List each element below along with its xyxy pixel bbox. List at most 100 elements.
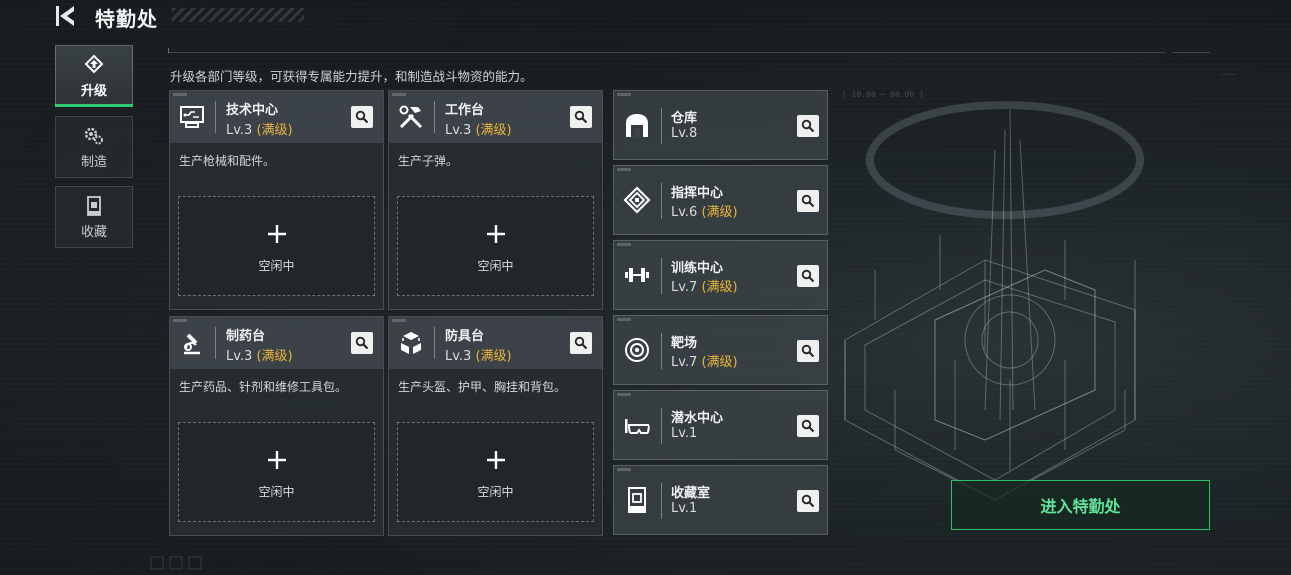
facility-card-shooting-range[interactable]: 靶场 Lv.7 (满级) — [613, 315, 828, 385]
facility-level: Lv.7 (满级) — [671, 276, 738, 295]
facility-level: Lv.6 (满级) — [671, 201, 738, 220]
page-description: 升级各部门等级，可获得专属能力提升，和制造战斗物资的能力。 — [170, 69, 533, 84]
corner-mark — [392, 93, 406, 96]
production-slot[interactable]: 空闲中 — [178, 196, 375, 296]
department-description: 生产子弹。 — [398, 154, 459, 168]
plus-icon — [268, 225, 286, 243]
card-header: 防具台 Lv.3 (满级) — [389, 317, 602, 369]
plus-icon — [487, 451, 505, 469]
magnifier-icon — [574, 110, 588, 124]
magnifier-icon — [355, 336, 369, 350]
level-value: Lv.3 — [445, 349, 472, 364]
department-card-pharmacy: 制药台 Lv.3 (满级) 生产药品、针剂和维修工具包。 空闲中 — [169, 316, 384, 536]
facility-level: Lv.8 — [671, 126, 697, 141]
production-slot[interactable]: 空闲中 — [178, 422, 375, 522]
inspect-button[interactable] — [570, 106, 592, 128]
card-separator — [215, 327, 216, 359]
department-name: 工作台 — [445, 103, 485, 118]
card-separator — [434, 101, 435, 133]
department-level: Lv.3 (满级) — [445, 345, 512, 364]
department-level: Lv.3 (满级) — [226, 119, 293, 138]
inspect-button[interactable] — [570, 332, 592, 354]
corner-mark — [617, 318, 631, 321]
magnifier-icon — [801, 119, 815, 133]
facility-card-collection-room[interactable]: 收藏室 Lv.1 — [613, 465, 828, 535]
facility-card-diving-center[interactable]: 潜水中心 Lv.1 — [613, 390, 828, 460]
magnifier-icon — [801, 194, 815, 208]
department-level: Lv.3 (满级) — [445, 119, 512, 138]
slot-status: 空闲中 — [258, 485, 295, 499]
hud-decoration-right: —·— — [1222, 70, 1237, 79]
max-level-tag: (满级) — [256, 123, 293, 138]
bottom-decoration — [150, 556, 202, 570]
facility-name: 指挥中心 — [671, 186, 724, 201]
production-slot[interactable]: 空闲中 — [397, 196, 594, 296]
facility-card-warehouse[interactable]: 仓库 Lv.8 — [613, 90, 828, 160]
level-value: Lv.6 — [671, 205, 698, 220]
corner-mark — [392, 319, 406, 322]
max-level-tag: (满级) — [256, 349, 293, 364]
facility-name: 收藏室 — [671, 486, 711, 501]
facility-level: Lv.1 — [671, 501, 697, 516]
department-name: 制药台 — [226, 329, 266, 344]
page-title: 特勤处 — [95, 7, 158, 31]
facility-card-command-center[interactable]: 指挥中心 Lv.6 (满级) — [613, 165, 828, 235]
magnifier-icon — [574, 336, 588, 350]
tech-center-icon — [180, 106, 204, 128]
inspect-button[interactable] — [351, 332, 373, 354]
inspect-button[interactable] — [797, 190, 819, 212]
facility-level: Lv.1 — [671, 426, 697, 441]
header-divider-right — [1172, 52, 1210, 53]
upgrade-icon — [84, 54, 104, 73]
header-divider — [168, 52, 1165, 53]
workbench-icon — [399, 105, 423, 129]
magnifier-icon — [801, 269, 815, 283]
side-tab-upgrade[interactable]: 升级 — [55, 45, 133, 107]
card-separator — [661, 333, 662, 369]
inspect-button[interactable] — [797, 265, 819, 287]
department-description: 生产药品、针剂和维修工具包。 — [179, 380, 348, 394]
inspect-button[interactable] — [797, 490, 819, 512]
card-separator — [661, 258, 662, 294]
warehouse-icon — [626, 114, 648, 137]
department-name: 技术中心 — [226, 103, 279, 118]
back-button[interactable] — [54, 4, 80, 28]
title-decoration — [172, 8, 304, 22]
level-value: Lv.3 — [226, 349, 253, 364]
side-tab-craft[interactable]: 制造 — [55, 116, 133, 178]
inspect-button[interactable] — [797, 415, 819, 437]
corner-mark — [617, 393, 631, 396]
card-separator — [215, 101, 216, 133]
facility-name: 仓库 — [671, 111, 698, 126]
corner-mark — [173, 319, 187, 322]
inspect-button[interactable] — [351, 106, 373, 128]
plus-icon — [487, 225, 505, 243]
shooting-range-icon — [625, 338, 649, 362]
card-separator — [661, 408, 662, 444]
gears-icon — [84, 127, 103, 144]
facility-card-training-center[interactable]: 训练中心 Lv.7 (满级) — [613, 240, 828, 310]
facility-level: Lv.7 (满级) — [671, 351, 738, 370]
level-value: Lv.8 — [671, 126, 698, 141]
facility-name: 靶场 — [671, 336, 698, 351]
department-description: 生产枪械和配件。 — [179, 154, 276, 168]
enter-special-ops-button[interactable]: 进入特勤处 — [951, 480, 1210, 530]
card-separator — [661, 183, 662, 219]
corner-mark — [617, 243, 631, 246]
card-separator — [434, 327, 435, 359]
department-name: 防具台 — [445, 329, 485, 344]
pharmacy-icon — [184, 333, 200, 355]
card-separator — [661, 483, 662, 519]
card-header: 工作台 Lv.3 (满级) — [389, 91, 602, 143]
training-center-icon — [625, 268, 649, 282]
facility-name: 潜水中心 — [671, 411, 724, 426]
inspect-button[interactable] — [797, 340, 819, 362]
side-tab-collection[interactable]: 收藏 — [55, 186, 133, 248]
department-description: 生产头盔、护甲、胸挂和背包。 — [398, 380, 567, 394]
max-level-tag: (满级) — [701, 355, 738, 370]
armor-bench-icon — [401, 332, 421, 354]
header-divider-tick — [168, 48, 169, 53]
production-slot[interactable]: 空闲中 — [397, 422, 594, 522]
max-level-tag: (满级) — [475, 349, 512, 364]
inspect-button[interactable] — [797, 115, 819, 137]
